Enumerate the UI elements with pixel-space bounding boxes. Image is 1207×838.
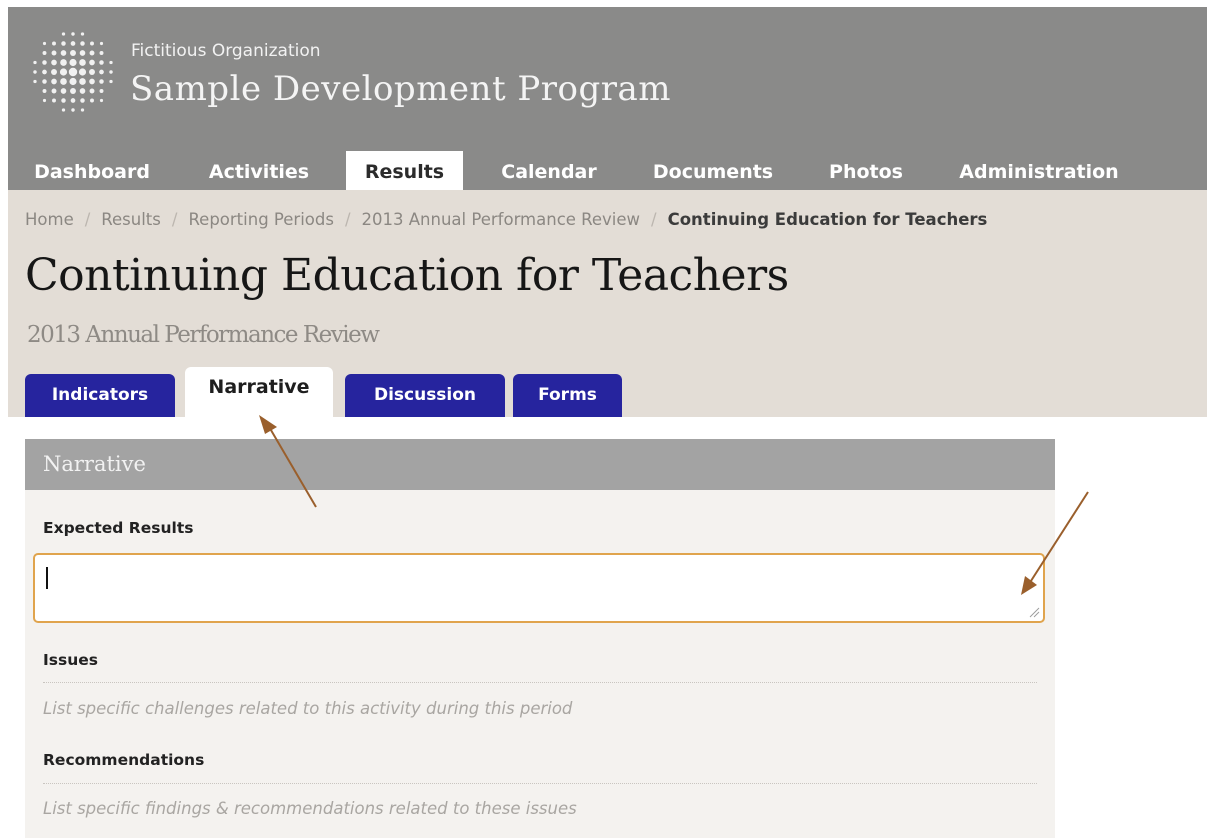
issues-field[interactable]: List specific challenges related to this… <box>43 699 572 718</box>
breadcrumb-current: Continuing Education for Teachers <box>667 210 988 229</box>
organization-name: Fictitious Organization <box>131 41 321 61</box>
issues-label: Issues <box>43 651 98 669</box>
resize-grip-icon[interactable] <box>1028 606 1040 618</box>
nav-documents[interactable]: Documents <box>633 151 793 190</box>
app-header: Fictitious Organization Sample Developme… <box>8 7 1207 190</box>
main-nav: Dashboard Activities Results Calendar Do… <box>8 151 1207 190</box>
breadcrumb-separator: / <box>84 210 91 229</box>
breadcrumb-home[interactable]: Home <box>25 210 74 229</box>
divider <box>43 783 1037 784</box>
breadcrumb-reporting-periods[interactable]: Reporting Periods <box>188 210 334 229</box>
tab-narrative[interactable]: Narrative <box>185 367 333 417</box>
breadcrumb: Home / Results / Reporting Periods / 2013 Annu… <box>25 210 987 229</box>
expected-results-label: Expected Results <box>43 519 194 537</box>
expected-results-textarea[interactable] <box>33 553 1045 623</box>
breadcrumb-separator: / <box>344 210 351 229</box>
nav-administration[interactable]: Administration <box>941 151 1137 190</box>
text-cursor <box>46 567 48 589</box>
page-title: Continuing Education for Teachers <box>25 250 789 301</box>
tab-forms[interactable]: Forms <box>513 374 622 417</box>
breadcrumb-results[interactable]: Results <box>101 210 161 229</box>
nav-activities[interactable]: Activities <box>198 151 320 190</box>
nav-photos[interactable]: Photos <box>814 151 918 190</box>
recommendations-field[interactable]: List specific findings & recommendations… <box>43 799 577 818</box>
globe-logo-icon <box>33 32 113 112</box>
recommendations-label: Recommendations <box>43 751 205 769</box>
breadcrumb-separator: / <box>651 210 657 229</box>
breadcrumb-review[interactable]: 2013 Annual Performance Review <box>362 210 641 229</box>
nav-calendar[interactable]: Calendar <box>484 151 614 190</box>
page-subtitle: 2013 Annual Performance Review <box>27 322 380 348</box>
narrative-panel: Narrative Expected Results Issues List s… <box>25 439 1055 838</box>
divider <box>43 682 1037 683</box>
breadcrumb-separator: / <box>171 210 178 229</box>
tab-indicators[interactable]: Indicators <box>25 374 175 417</box>
program-name[interactable]: Sample Development Program <box>130 69 671 109</box>
tab-discussion[interactable]: Discussion <box>345 374 505 417</box>
nav-dashboard[interactable]: Dashboard <box>26 151 158 190</box>
panel-heading: Narrative <box>25 439 1055 490</box>
page-header: Home / Results / Reporting Periods / 2013 Annu… <box>8 190 1207 417</box>
nav-results[interactable]: Results <box>346 151 463 190</box>
